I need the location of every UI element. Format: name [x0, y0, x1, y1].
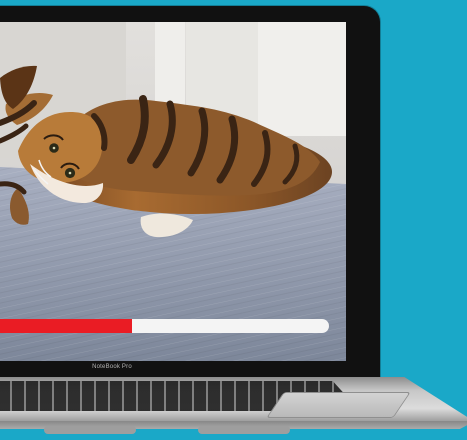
video-progress-fill [0, 319, 132, 333]
laptop-foot-left [44, 426, 136, 434]
laptop-lid [0, 6, 380, 378]
laptop-mockup-scene: NoteBook Pro [0, 0, 467, 440]
laptop-model-label: NoteBook Pro [92, 364, 132, 370]
trackpad [266, 392, 411, 418]
video-progress-bar[interactable] [0, 319, 329, 333]
laptop-screen [0, 22, 346, 361]
laptop-foot-right [198, 426, 290, 434]
cat-photo [0, 22, 346, 361]
